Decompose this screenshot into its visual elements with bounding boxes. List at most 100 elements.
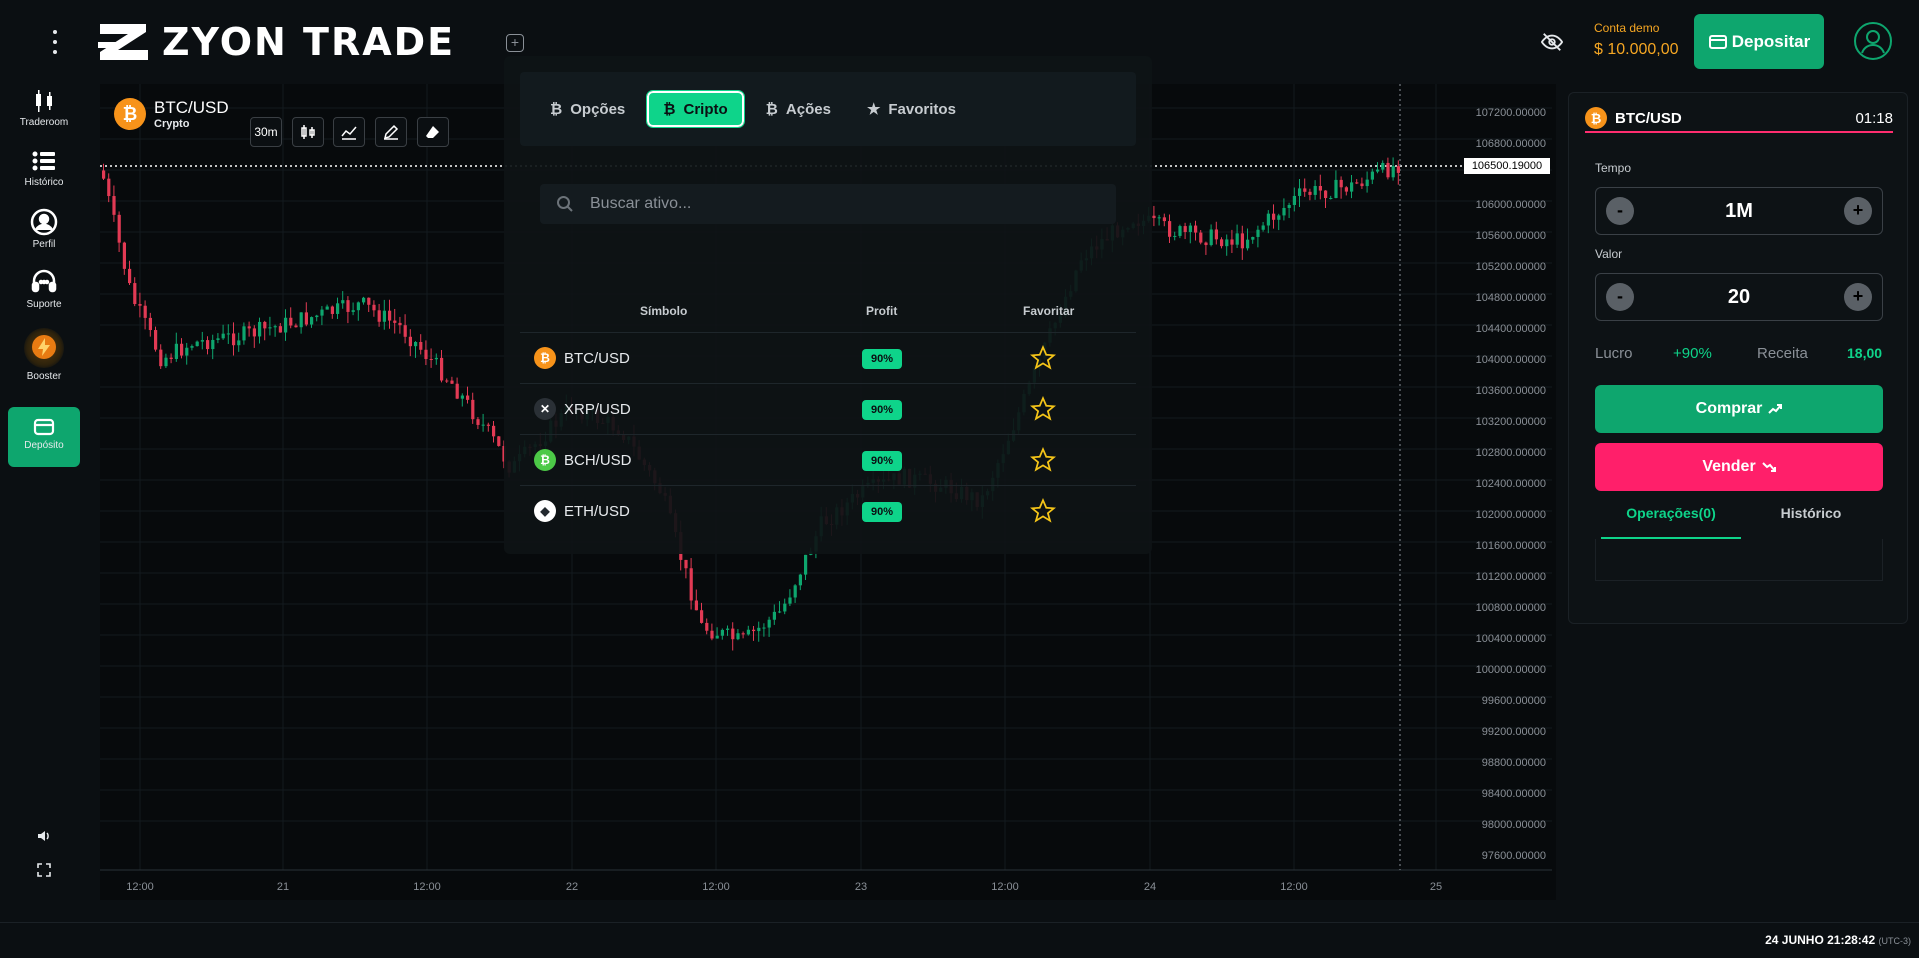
chart-asset-title: BTC/USD	[154, 98, 229, 117]
column-header-symbol: Símbolo	[640, 304, 688, 318]
sidebar-item-booster[interactable]: Booster	[8, 328, 80, 382]
candle-body	[154, 330, 158, 350]
table-row[interactable]: ✕ XRP/USD 90%	[520, 383, 1136, 434]
candle-body	[268, 327, 272, 329]
candle-body	[434, 357, 438, 360]
sidebar-item-label: Perfil	[32, 239, 56, 250]
logo[interactable]: ZYON TRADE	[96, 20, 496, 64]
candle-body	[1204, 242, 1208, 246]
x-tick-label: 22	[566, 881, 578, 893]
buy-button[interactable]: Comprar	[1595, 385, 1883, 433]
candle-body	[1355, 182, 1359, 184]
y-tick-label: 100000.00000	[1476, 664, 1546, 676]
sidebar-item-perfil[interactable]: Perfil	[8, 208, 80, 250]
tab-operations[interactable]: Operações(0)	[1601, 505, 1741, 539]
avatar[interactable]	[1854, 22, 1892, 60]
table-row[interactable]: ₿ BTC/USD 90%	[520, 332, 1136, 383]
sidebar-item-traderoom[interactable]: Traderoom	[8, 88, 80, 128]
tab-cripto[interactable]: ₿ Cripto	[646, 90, 745, 128]
menu-kebab-icon[interactable]	[48, 30, 62, 54]
candle-body	[1287, 204, 1291, 208]
table-row[interactable]: ₿ BCH/USD 90%	[520, 434, 1136, 485]
user-icon	[30, 208, 58, 236]
candle-body	[325, 306, 329, 310]
candle-body	[689, 568, 693, 601]
tab-favoritos[interactable]: ★ Favoritos	[853, 91, 970, 127]
candle-body	[169, 357, 173, 359]
y-tick-label: 100400.00000	[1476, 633, 1546, 645]
x-tick-label: 12:00	[702, 881, 730, 893]
amount-value[interactable]: 20	[1728, 286, 1750, 309]
asset-search-box[interactable]	[540, 184, 1116, 224]
star-icon[interactable]	[1030, 345, 1056, 371]
eye-off-icon[interactable]	[1541, 31, 1563, 53]
asset-category-tabs: ₿ Opções ₿ Cripto ₿ Ações ★ Favoritos	[520, 72, 1136, 146]
search-input[interactable]	[590, 195, 1070, 213]
chart-asset-header[interactable]: ₿ BTC/USD Crypto	[114, 98, 229, 130]
trade-panel-header: ₿ BTC/USD 01:18	[1585, 105, 1893, 133]
candles-icon	[36, 90, 52, 112]
candle-body	[388, 310, 392, 321]
candle-body	[1173, 235, 1177, 237]
star-icon[interactable]	[1030, 498, 1056, 524]
candle-body	[804, 554, 808, 575]
candle-body	[746, 629, 750, 635]
tab-history[interactable]: Histórico	[1741, 505, 1881, 539]
table-row[interactable]: ◆ ETH/USD 90%	[520, 485, 1136, 536]
candle-body	[1365, 179, 1369, 187]
symbol-label: ETH/USD	[564, 502, 630, 520]
candle-body	[762, 627, 766, 629]
account-balance[interactable]: $ 10.000,00	[1594, 41, 1679, 59]
amount-increment-button[interactable]: +	[1844, 283, 1872, 311]
candle-body	[1220, 239, 1224, 247]
sidebar-item-suporte[interactable]: Suporte	[8, 268, 80, 310]
star-icon[interactable]	[1030, 396, 1056, 422]
candle-body	[492, 425, 496, 437]
user-icon	[1861, 30, 1885, 54]
star-icon[interactable]	[1030, 447, 1056, 473]
revenue-label: Receita	[1757, 345, 1808, 362]
candle-body	[112, 196, 116, 215]
candle-body	[700, 610, 704, 623]
candle-body	[351, 310, 355, 312]
y-tick-label: 98400.00000	[1482, 788, 1546, 800]
eraser-button[interactable]	[417, 117, 449, 147]
add-tab-button[interactable]: +	[506, 34, 524, 52]
sidebar-item-historico[interactable]: Histórico	[8, 148, 80, 188]
drawing-tool-button[interactable]	[375, 117, 407, 147]
time-label: Tempo	[1595, 161, 1632, 175]
profit-label: Lucro	[1595, 345, 1633, 362]
timeframe-button[interactable]: 30m	[250, 117, 282, 147]
y-tick-label: 103200.00000	[1476, 416, 1546, 428]
deposit-button[interactable]: Depositar	[1694, 14, 1824, 69]
time-increment-button[interactable]: +	[1843, 197, 1872, 225]
tab-acoes[interactable]: ₿ Ações	[752, 91, 845, 127]
volume-icon[interactable]	[36, 828, 52, 844]
candle-body	[720, 629, 724, 636]
sell-button[interactable]: Vender	[1595, 443, 1883, 491]
chart-type-button[interactable]	[292, 117, 324, 147]
x-tick-label: 12:00	[991, 881, 1019, 893]
candle-body	[206, 340, 210, 350]
candle-body	[185, 347, 189, 356]
indicators-button[interactable]	[333, 117, 365, 147]
bitcoin-icon: ₿	[1585, 107, 1607, 129]
symbol-label: BTC/USD	[564, 349, 630, 367]
amount-decrement-button[interactable]: -	[1606, 283, 1634, 311]
candle-body	[226, 333, 230, 335]
candle-body	[424, 349, 428, 360]
y-tick-label: 104400.00000	[1476, 323, 1546, 335]
headset-icon	[31, 269, 57, 293]
sidebar-item-deposito[interactable]: Depósito	[8, 407, 80, 467]
account-type-label: Conta demo	[1594, 21, 1660, 35]
time-decrement-button[interactable]: -	[1606, 197, 1634, 225]
candle-body	[1396, 166, 1400, 173]
tab-opcoes[interactable]: ₿ Opções	[536, 91, 639, 127]
time-value[interactable]: 1M	[1725, 200, 1753, 223]
candle-body	[767, 619, 771, 628]
candle-body	[258, 321, 262, 337]
fullscreen-icon[interactable]	[36, 862, 52, 878]
y-tick-label: 103600.00000	[1476, 385, 1546, 397]
candle-body	[1282, 207, 1286, 216]
y-tick-label: 104800.00000	[1476, 292, 1546, 304]
